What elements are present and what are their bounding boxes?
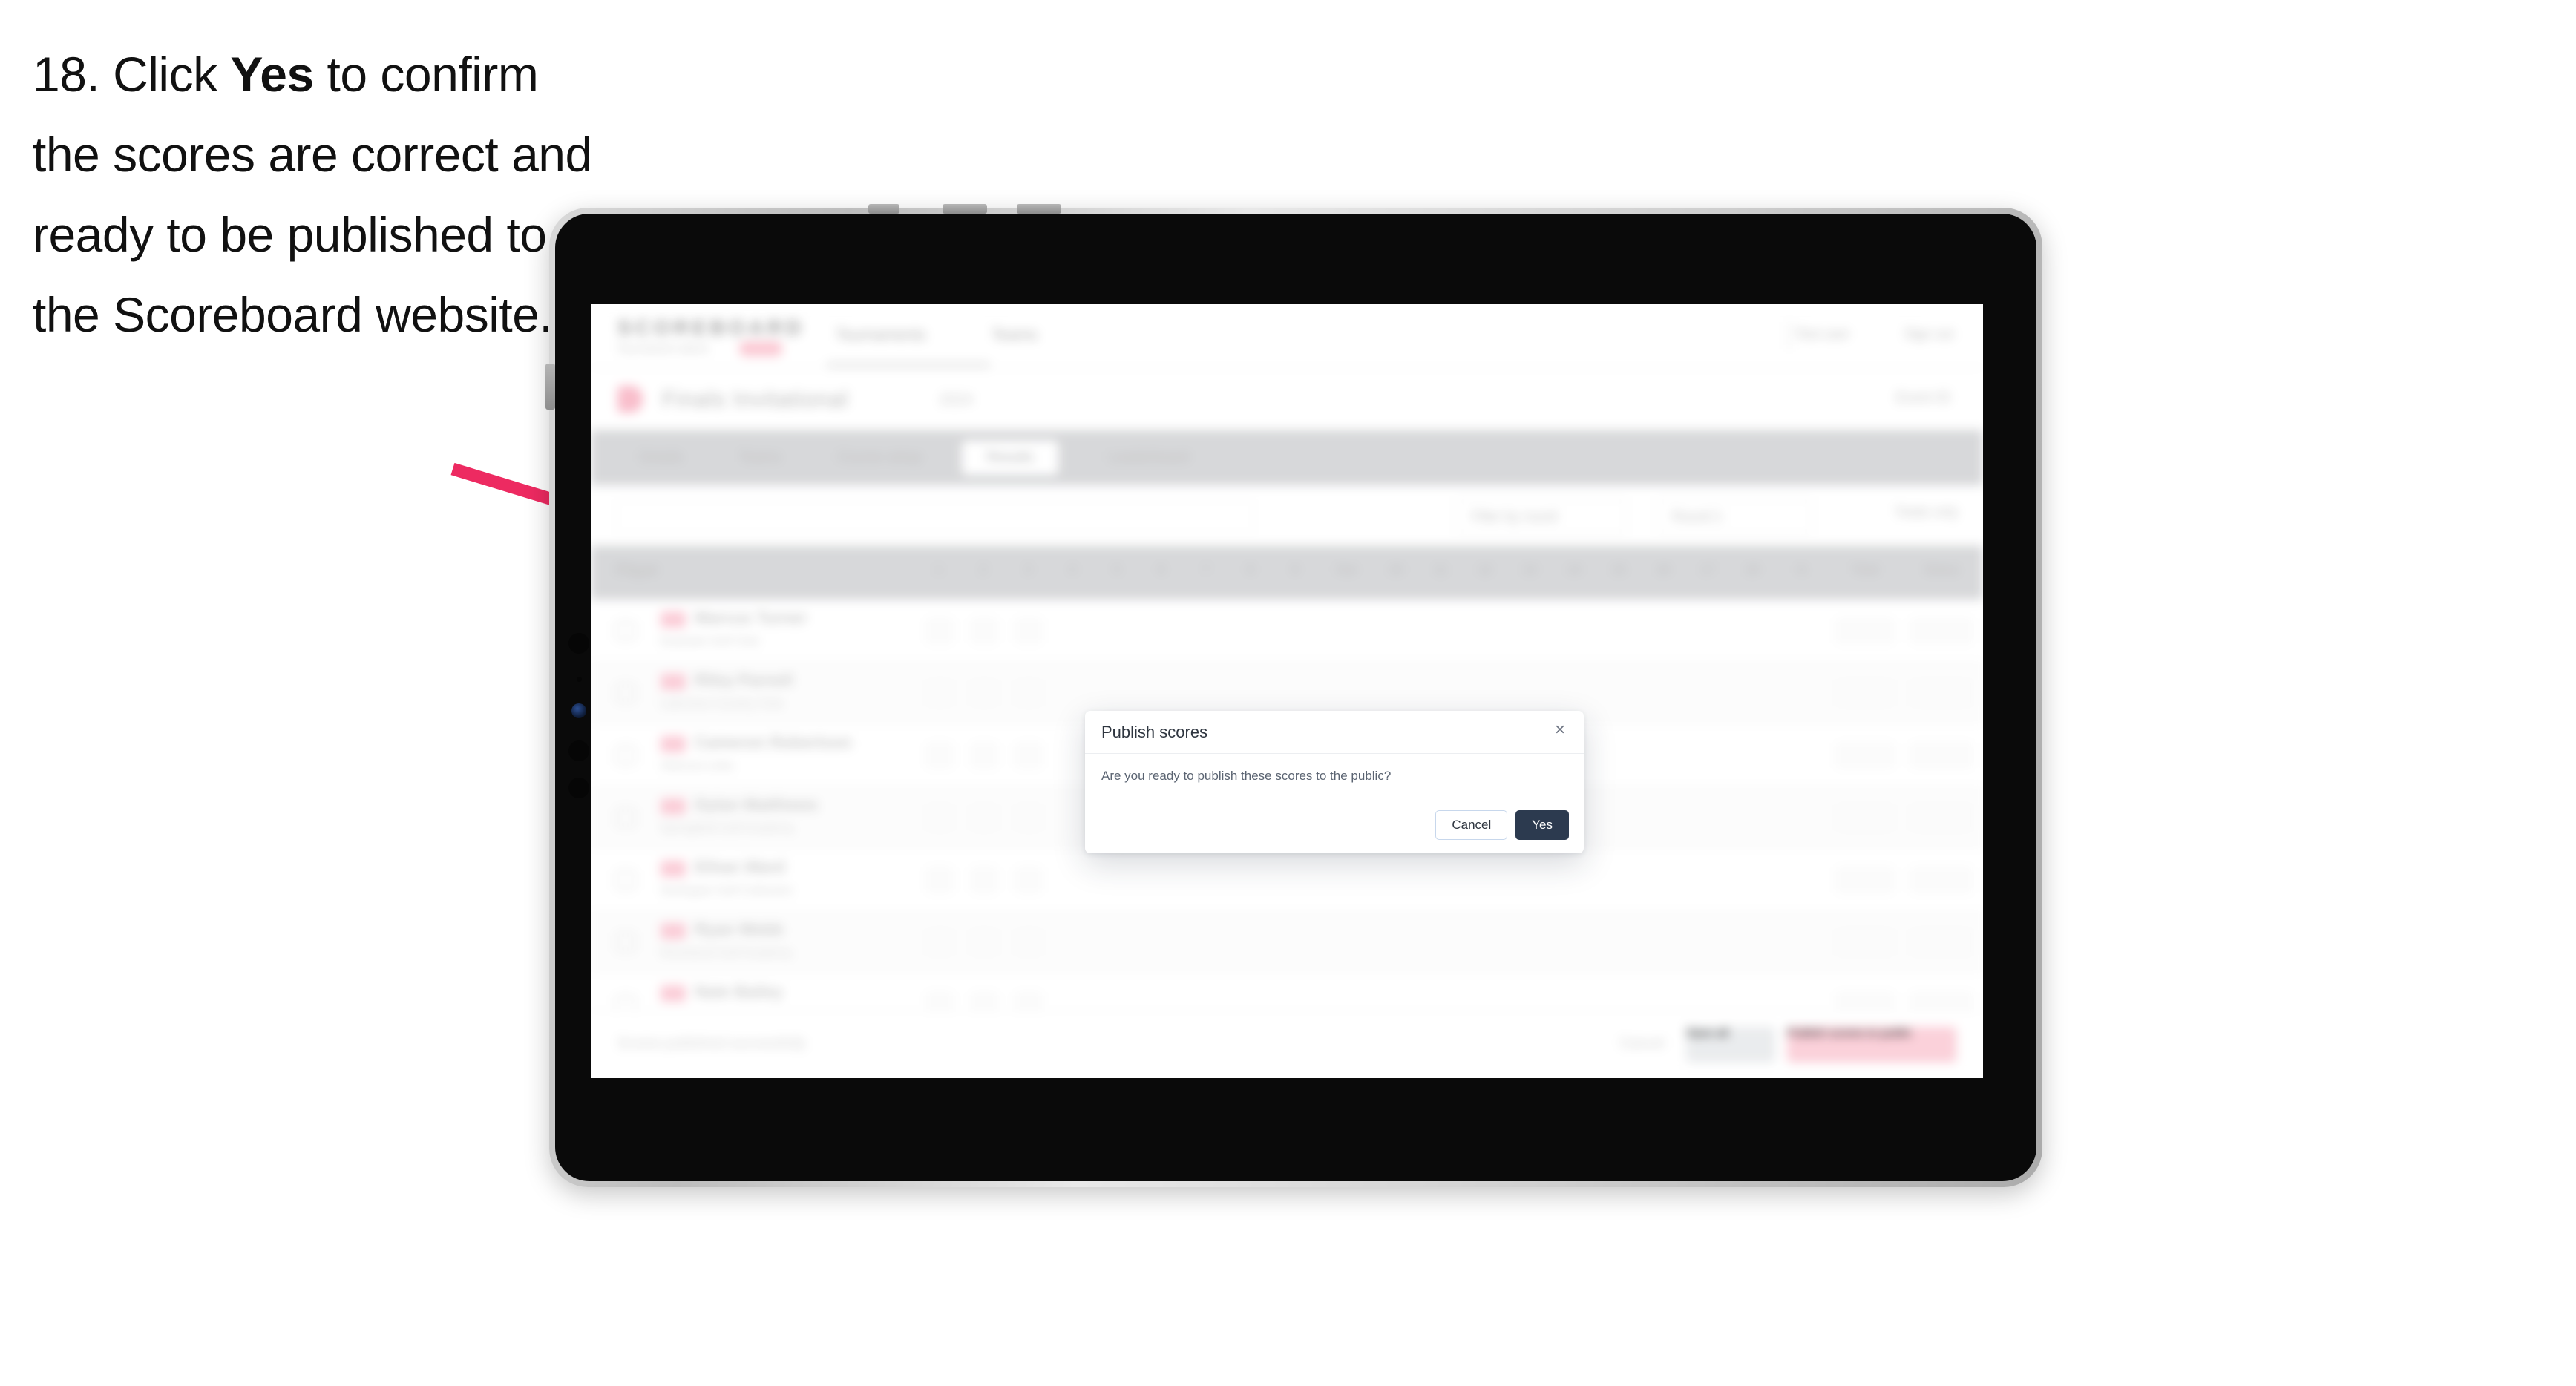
cancel-button[interactable]: Cancel	[1435, 810, 1508, 840]
sensor-icon	[577, 677, 582, 682]
instruction-emphasis: Yes	[230, 47, 314, 102]
dialog-title: Publish scores	[1101, 722, 1208, 741]
lens-icon	[571, 703, 586, 718]
instruction-part-1: Click	[99, 47, 231, 102]
camera-icon	[568, 633, 589, 654]
slide-canvas: 18. Click Yes to confirm the scores are …	[0, 0, 2576, 1386]
speaker-icon	[568, 740, 589, 761]
dialog-message: Are you ready to publish these scores to…	[1101, 769, 1392, 783]
dialog-header: Publish scores ×	[1085, 711, 1584, 754]
instruction-text: 18. Click Yes to confirm the scores are …	[33, 34, 597, 355]
microphone-icon	[568, 778, 589, 798]
tablet-device: SCOREBOARD Tournament admin BETA Tournam…	[545, 204, 2042, 1187]
tablet-screen: SCOREBOARD Tournament admin BETA Tournam…	[591, 304, 1983, 1078]
hardware-button-top-1	[868, 204, 899, 214]
step-number: 18.	[33, 47, 100, 102]
modal-overlay: Publish scores × Are you ready to publis…	[591, 304, 1983, 1078]
hardware-button-left	[545, 364, 555, 410]
yes-button[interactable]: Yes	[1515, 810, 1569, 840]
hardware-button-top-2	[943, 204, 987, 214]
hardware-button-top-3	[1017, 204, 1061, 214]
close-icon[interactable]: ×	[1550, 720, 1570, 740]
dialog-actions: Cancel Yes	[1435, 810, 1569, 840]
publish-scores-dialog: Publish scores × Are you ready to publis…	[1085, 711, 1584, 853]
